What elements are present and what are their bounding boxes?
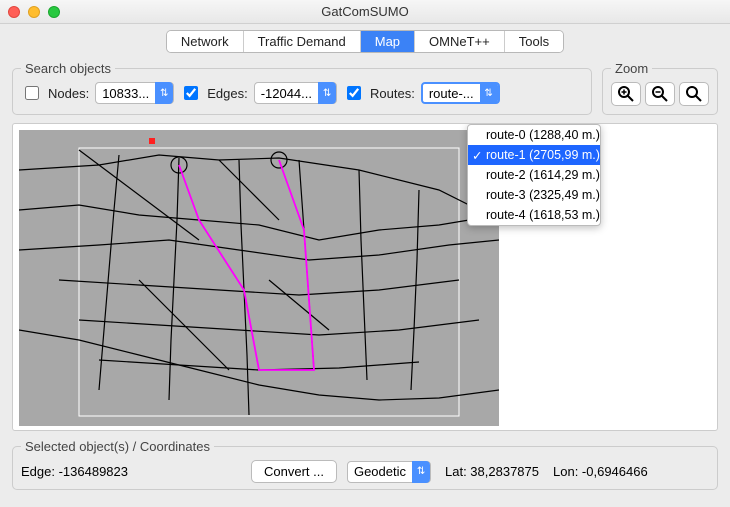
selected-objects-group: Selected object(s) / Coordinates Edge: -… [12, 439, 718, 490]
tab-network[interactable]: Network [167, 31, 244, 52]
routes-option[interactable]: route-4 (1618,53 m.) [468, 205, 600, 225]
coord-system-select[interactable]: Geodetic ⇅ [347, 461, 431, 483]
chevron-updown-icon: ⇅ [155, 82, 173, 104]
window-title: GatComSUMO [321, 4, 408, 19]
nodes-checkbox[interactable] [25, 86, 39, 100]
search-objects-group: Search objects Nodes: 10833... ⇅ Edges: … [12, 61, 592, 115]
zoom-legend: Zoom [611, 61, 652, 76]
edge-value: Edge: -136489823 [21, 464, 241, 479]
tab-bar: NetworkTraffic DemandMapOMNeT++Tools [0, 24, 730, 57]
close-icon[interactable] [8, 6, 20, 18]
tab-omnet-[interactable]: OMNeT++ [415, 31, 505, 52]
selected-legend: Selected object(s) / Coordinates [21, 439, 214, 454]
zoom-out-icon [652, 86, 668, 102]
titlebar: GatComSUMO [0, 0, 730, 24]
zoom-out-button[interactable] [645, 82, 675, 106]
chevron-updown-icon: ⇅ [480, 82, 498, 104]
routes-dropdown[interactable]: route-0 (1288,40 m.)route-1 (2705,99 m.)… [467, 124, 601, 226]
routes-checkbox[interactable] [347, 86, 361, 100]
routes-option[interactable]: route-1 (2705,99 m.) [468, 145, 600, 165]
chevron-updown-icon: ⇅ [318, 82, 336, 104]
convert-button[interactable]: Convert ... [251, 460, 337, 483]
zoom-group: Zoom [602, 61, 718, 115]
lon-value: Lon: -0,6946466 [553, 464, 648, 479]
map-canvas[interactable] [19, 130, 499, 426]
tab-map[interactable]: Map [361, 31, 415, 52]
routes-select-value: route-... [429, 86, 474, 101]
nodes-select-value: 10833... [102, 86, 149, 101]
nodes-select[interactable]: 10833... ⇅ [95, 82, 174, 104]
routes-option[interactable]: route-3 (2325,49 m.) [468, 185, 600, 205]
routes-option[interactable]: route-2 (1614,29 m.) [468, 165, 600, 185]
zoom-in-button[interactable] [611, 82, 641, 106]
tab-tools[interactable]: Tools [505, 31, 563, 52]
routes-option[interactable]: route-0 (1288,40 m.) [468, 125, 600, 145]
routes-select[interactable]: route-... ⇅ [421, 82, 500, 104]
edges-checkbox[interactable] [184, 86, 198, 100]
tab-traffic-demand[interactable]: Traffic Demand [244, 31, 361, 52]
search-legend: Search objects [21, 61, 115, 76]
chevron-updown-icon: ⇅ [412, 461, 430, 483]
routes-label: Routes: [370, 86, 415, 101]
coord-system-value: Geodetic [354, 464, 406, 479]
edges-label: Edges: [207, 86, 247, 101]
nodes-label: Nodes: [48, 86, 89, 101]
zoom-in-icon [618, 86, 634, 102]
edges-select-value: -12044... [261, 86, 312, 101]
traffic-lights [8, 6, 60, 18]
lat-value: Lat: 38,2837875 [445, 464, 539, 479]
minimize-icon[interactable] [28, 6, 40, 18]
maximize-icon[interactable] [48, 6, 60, 18]
zoom-reset-button[interactable] [679, 82, 709, 106]
edges-select[interactable]: -12044... ⇅ [254, 82, 337, 104]
map-viewport[interactable]: route-0 (1288,40 m.)route-1 (2705,99 m.)… [12, 123, 718, 431]
zoom-icon [686, 86, 702, 102]
